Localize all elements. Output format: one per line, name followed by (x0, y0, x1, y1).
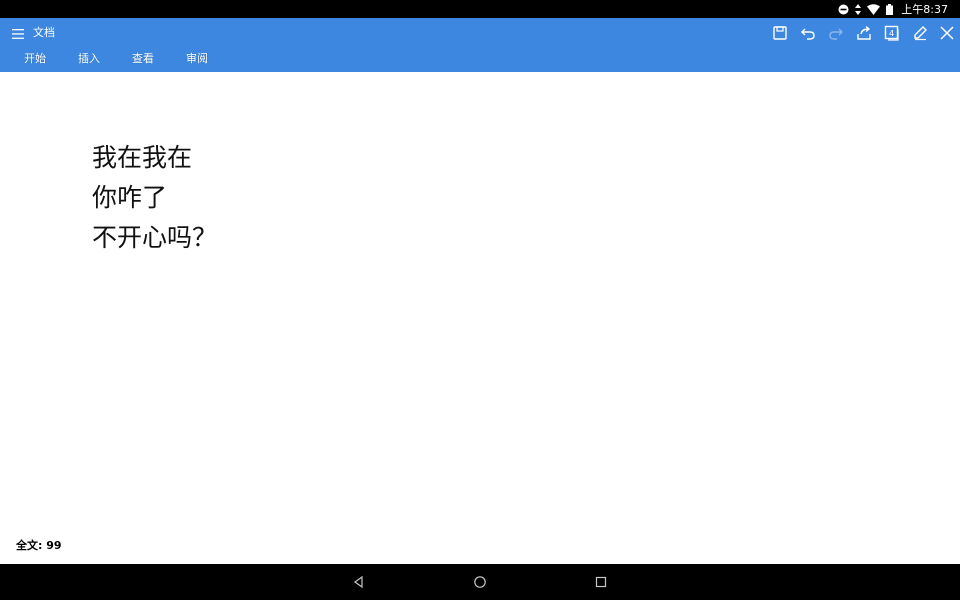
data-arrows-icon (855, 3, 862, 15)
edit-button[interactable] (911, 24, 929, 42)
do-not-disturb-icon (838, 4, 849, 14)
redo-button[interactable] (827, 24, 845, 42)
back-icon (353, 575, 363, 589)
status-time: 上午8:37 (901, 3, 948, 16)
recents-icon (595, 576, 607, 588)
undo-button[interactable] (799, 24, 817, 42)
status-bar: 上午8:37 (0, 0, 960, 18)
document-line[interactable]: 你咋了 (92, 181, 167, 215)
undo-icon (801, 28, 815, 40)
wifi-icon (867, 3, 881, 15)
menu-icon[interactable] (11, 26, 25, 40)
home-button[interactable] (472, 574, 488, 590)
page-count-button[interactable]: 4 (883, 24, 901, 42)
document-title: 文档 (33, 26, 55, 39)
toolbar: 4 (760, 18, 960, 48)
save-icon (773, 26, 787, 40)
app-bar: 文档 开始 插入 查看 审阅 4 (0, 18, 960, 72)
document-line[interactable]: 我在我在 (92, 141, 192, 175)
close-button[interactable] (938, 24, 956, 42)
tab-view[interactable]: 查看 (132, 51, 154, 67)
document-canvas[interactable]: 我在我在 你咋了 不开心吗？ 全文: 99 (0, 72, 960, 564)
redo-icon (829, 28, 843, 40)
tab-review[interactable]: 审阅 (186, 51, 208, 67)
tab-home[interactable]: 开始 (24, 51, 46, 67)
save-button[interactable] (771, 24, 789, 42)
share-icon (857, 25, 871, 40)
close-icon (940, 26, 954, 40)
battery-icon (886, 3, 894, 15)
ribbon-tabs: 开始 插入 查看 审阅 (0, 51, 260, 67)
document-line[interactable]: 不开心吗？ (92, 221, 217, 255)
page-count-icon: 4 (884, 25, 899, 41)
page-count: 4 (889, 29, 894, 38)
share-button[interactable] (855, 24, 873, 42)
edit-icon (914, 26, 927, 41)
home-icon (474, 576, 486, 588)
back-button[interactable] (351, 574, 367, 590)
tab-insert[interactable]: 插入 (78, 51, 100, 67)
recents-button[interactable] (593, 574, 609, 590)
word-count: 全文: 99 (16, 539, 62, 552)
navigation-bar (0, 564, 960, 600)
